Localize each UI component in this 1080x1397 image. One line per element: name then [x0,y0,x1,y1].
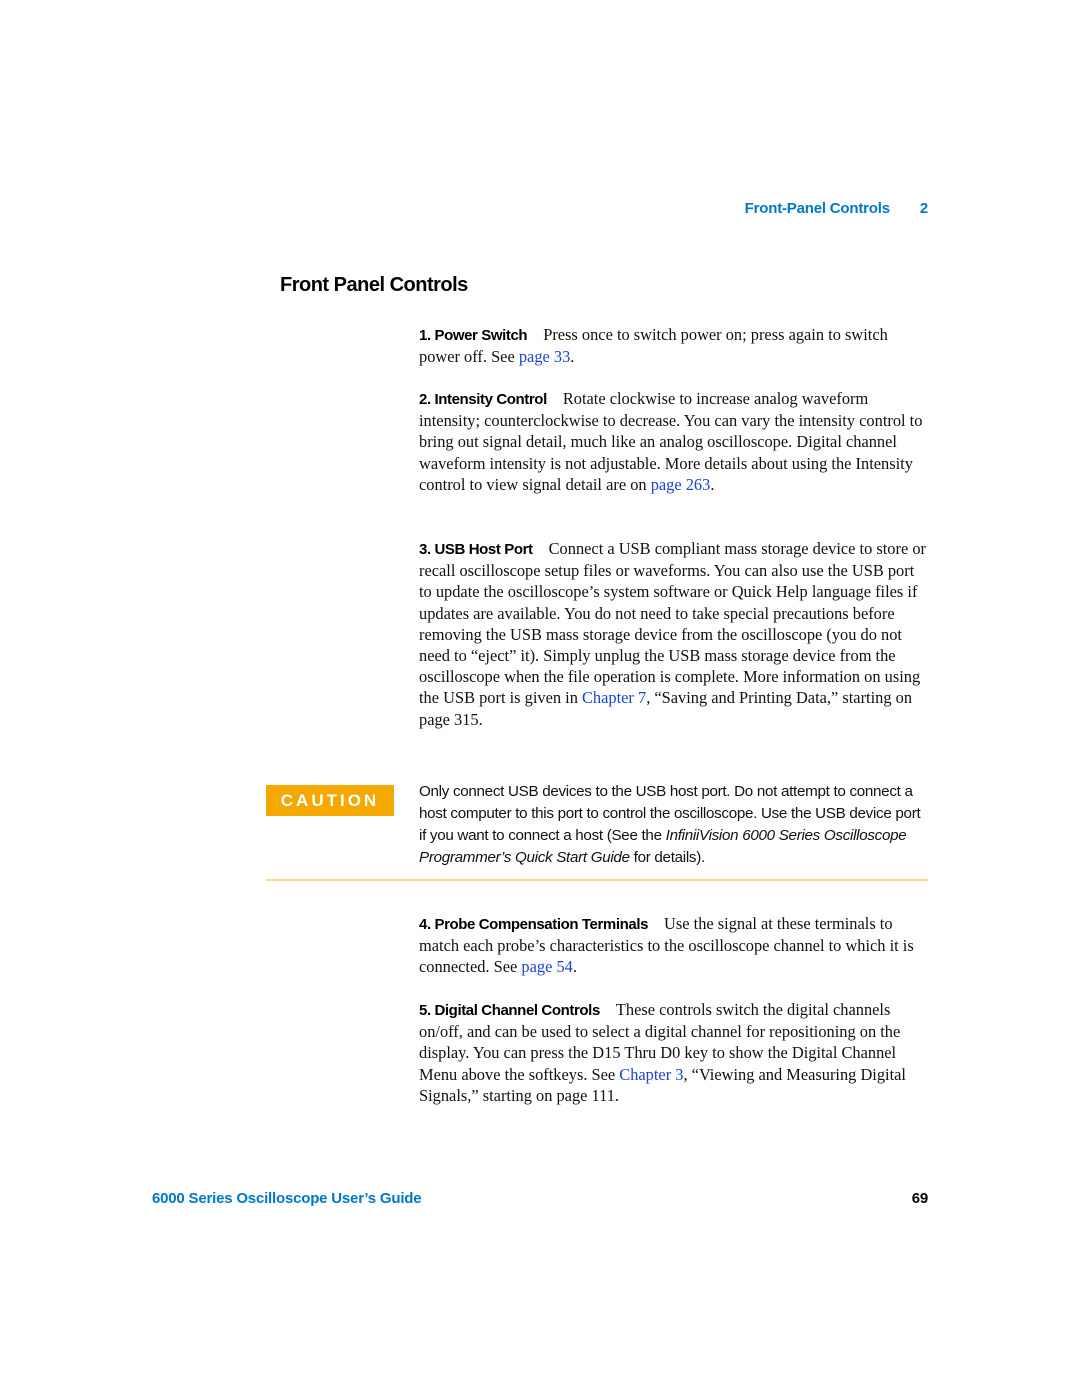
list-item-intensity-control: 2. Intensity Control Rotate clockwise to … [419,388,931,495]
item-lead: 3. USB Host Port [419,541,533,558]
item-text-end: . [710,474,715,494]
section-title: Front Panel Controls [280,274,468,296]
chapter-link[interactable]: Chapter 7 [582,688,646,707]
page-footer: 6000 Series Oscilloscope User’s Guide 69 [152,1190,928,1207]
running-head-chapter-title: Front-Panel Controls [744,200,890,217]
running-head-chapter-number: 2 [919,200,928,217]
caution-badge: CAUTION [266,785,394,816]
chapter-link[interactable]: Chapter 3 [619,1065,683,1084]
page-link[interactable]: page 33 [519,347,570,366]
item-lead: 1. Power Switch [419,327,528,344]
list-item-power-switch: 1. Power Switch Press once to switch powe… [419,324,931,367]
page-link[interactable]: page 263 [651,475,711,494]
page-link[interactable]: page 54 [521,957,572,976]
footer-book-title: 6000 Series Oscilloscope User’s Guide [152,1190,422,1207]
list-item-usb-host-port: 3. USB Host Port Connect a USB compliant … [419,538,931,730]
list-item-digital-channel-controls: 5. Digital Channel Controls These control… [419,999,931,1106]
item-lead: 5. Digital Channel Controls [419,1002,600,1019]
item-text: Connect a USB compliant mass storage dev… [419,539,926,708]
item-lead: 2. Intensity Control [419,391,547,408]
running-head: Front-Panel Controls 2 [744,200,929,217]
footer-page-number: 69 [911,1190,929,1207]
item-text-end: . [570,347,575,367]
caution-text: Only connect USB devices to the USB host… [419,781,931,869]
item-lead: 4. Probe Compensation Terminals [419,916,649,933]
caution-text-end: for details). [629,849,706,866]
list-item-probe-compensation: 4. Probe Compensation Terminals Use the s… [419,913,931,978]
item-text-end: . [572,957,577,977]
document-page: Front-Panel Controls 2 Front Panel Contr… [0,0,1080,1397]
caution-divider [266,879,928,881]
